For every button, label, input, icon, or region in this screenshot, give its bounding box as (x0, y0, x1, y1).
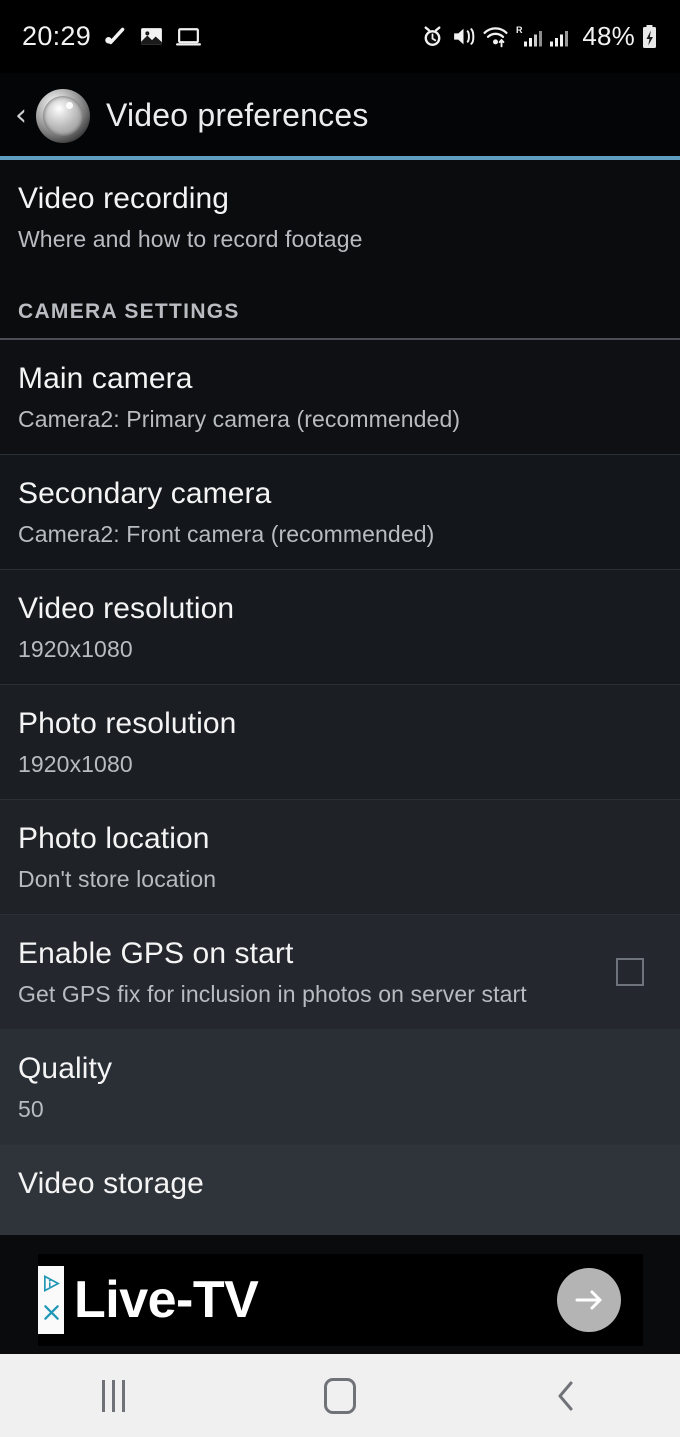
list-item-subtitle: 50 (18, 1095, 44, 1122)
list-item-subtitle: Camera2: Primary camera (recommended) (18, 405, 461, 432)
laptop-icon (175, 23, 202, 50)
home-square-icon (323, 1377, 356, 1414)
list-item-secondary-camera[interactable]: Secondary camera Camera2: Front camera (… (0, 455, 680, 570)
status-clock: 20:29 (22, 21, 92, 51)
ad-cta-button[interactable] (557, 1268, 621, 1332)
page-title: Video preferences (106, 97, 369, 133)
svg-text:R: R (516, 25, 523, 35)
battery-charging-icon (641, 24, 658, 50)
image-icon (139, 24, 164, 49)
camera-lens-icon[interactable] (36, 88, 90, 143)
check-slash-icon (102, 24, 128, 50)
recents-icon (101, 1379, 125, 1412)
list-item-title: Video recording (18, 182, 230, 215)
nav-back-button[interactable] (497, 1354, 637, 1437)
list-item-photo-resolution[interactable]: Photo resolution 1920x1080 (0, 685, 680, 800)
list-item-enable-gps-on-start[interactable]: Enable GPS on start Get GPS fix for incl… (0, 915, 680, 1030)
status-bar-right: R 48% (420, 21, 658, 52)
list-item-partially-hidden[interactable]: Video storage (0, 1145, 680, 1236)
close-x-icon[interactable] (42, 1303, 61, 1327)
list-item-subtitle: Don't store location (18, 865, 217, 892)
list-item-video-recording[interactable]: Video recording Where and how to record … (0, 160, 680, 275)
list-item-title: Enable GPS on start (18, 937, 294, 971)
section-header-camera-settings: CAMERA SETTINGS (0, 274, 680, 339)
ad-badge-strip (38, 1266, 64, 1334)
list-item-title: Photo resolution (18, 707, 237, 741)
ad-banner[interactable]: Live-TV (38, 1254, 643, 1346)
signal-bars-icon (549, 24, 573, 50)
list-item-main-camera[interactable]: Main camera Camera2: Primary camera (rec… (0, 340, 680, 455)
app-bar: ‹ Video preferences (0, 73, 680, 158)
list-item-title: Main camera (18, 362, 193, 396)
status-bar: 20:29 R 48% (0, 0, 680, 73)
list-item-subtitle: Camera2: Front camera (recommended) (18, 520, 435, 547)
list-item-title: Video storage (18, 1167, 204, 1201)
list-item-subtitle: Where and how to record footage (18, 225, 363, 252)
back-chevron-icon (558, 1381, 573, 1410)
roaming-signal-icon: R (515, 24, 543, 50)
list-item-video-resolution[interactable]: Video resolution 1920x1080 (0, 570, 680, 685)
back-chevron-icon[interactable]: ‹ (8, 100, 34, 131)
wifi-transfer-icon (482, 24, 509, 49)
list-item-subtitle: 1920x1080 (18, 750, 133, 777)
nav-recents-button[interactable] (43, 1354, 183, 1437)
arrow-right-icon (575, 1290, 602, 1310)
list-item-title: Photo location (18, 822, 210, 856)
nav-home-button[interactable] (270, 1354, 410, 1437)
list-item-title: Secondary camera (18, 477, 272, 511)
list-item-photo-location[interactable]: Photo location Don't store location (0, 800, 680, 915)
ad-headline: Live-TV (74, 1271, 259, 1329)
preferences-list: Video recording Where and how to record … (0, 160, 680, 1236)
list-item-subtitle: Get GPS fix for inclusion in photos on s… (18, 980, 527, 1007)
battery-percent-label: 48% (582, 21, 635, 51)
phone-screen: 20:29 R 48% ‹ Video preferences Video re… (0, 0, 680, 1437)
system-navigation-bar (0, 1354, 680, 1437)
adchoices-triangle-icon[interactable] (42, 1274, 61, 1298)
list-item-quality[interactable]: Quality 50 (0, 1030, 680, 1145)
status-bar-left: 20:29 (22, 21, 202, 52)
list-item-subtitle: 1920x1080 (18, 635, 133, 662)
enable-gps-checkbox[interactable] (616, 958, 644, 987)
list-item-title: Video resolution (18, 592, 235, 626)
mute-vibrate-icon (451, 24, 476, 49)
list-item-title: Quality (18, 1052, 113, 1086)
alarm-icon (420, 24, 445, 49)
